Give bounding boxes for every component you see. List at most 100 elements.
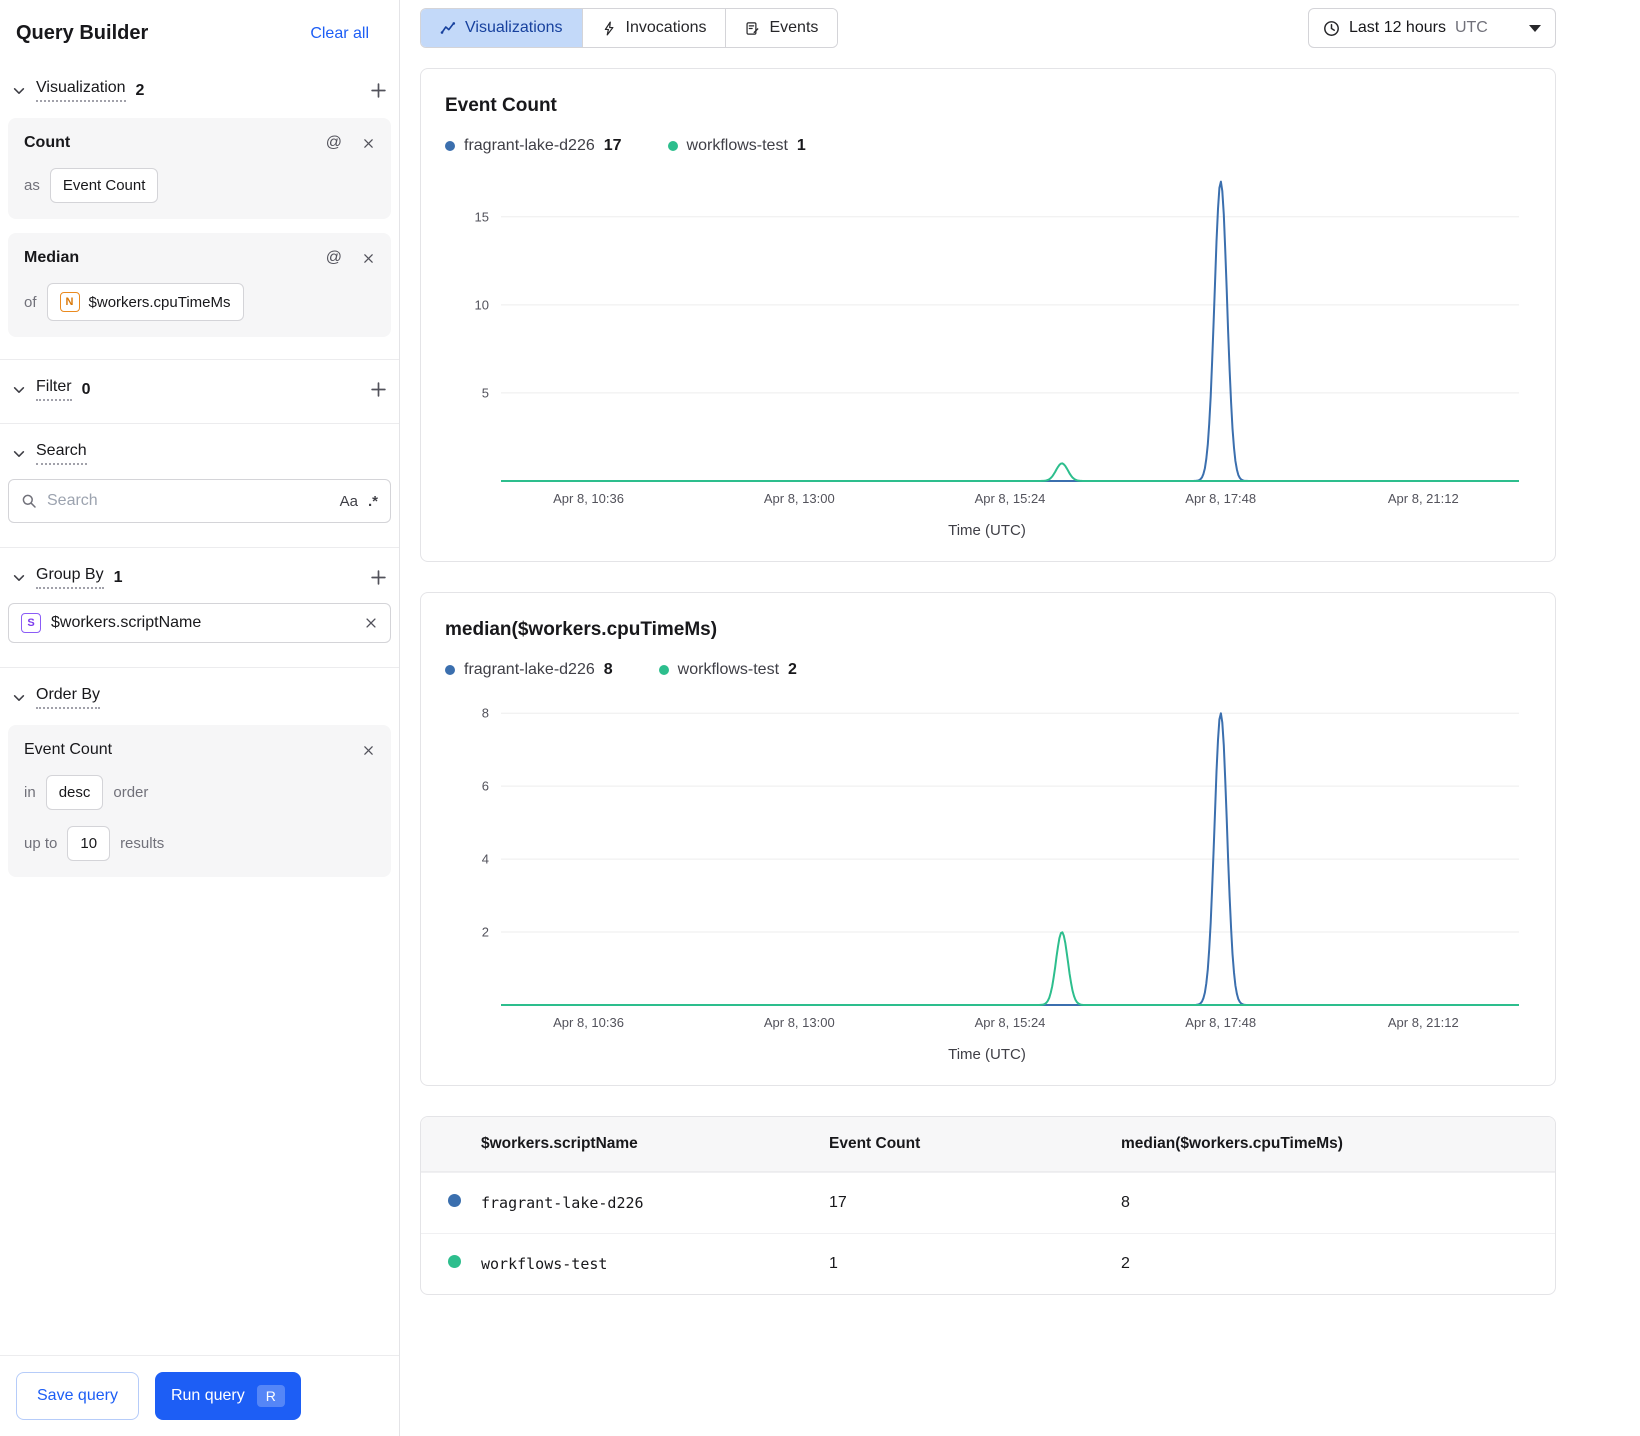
run-query-label: Run query bbox=[170, 1387, 245, 1404]
order-by-card: Event Count in desc order up to 10 resul… bbox=[8, 725, 391, 877]
tab-events-label: Events bbox=[769, 19, 819, 36]
sidebar-header: Query Builder Clear all bbox=[0, 0, 399, 61]
column-header-event-count: Event Count bbox=[829, 1135, 921, 1152]
search-icon bbox=[21, 493, 37, 509]
add-group-by-button[interactable] bbox=[370, 569, 387, 586]
chevron-down-icon[interactable] bbox=[12, 383, 26, 397]
save-query-button[interactable]: Save query bbox=[16, 1372, 139, 1420]
x-axis-title: Time (UTC) bbox=[948, 522, 1026, 539]
legend-item[interactable]: workflows-test 2 bbox=[658, 661, 797, 679]
line-chart: 5 10 15 Apr 8, 10:36 Apr 8, 13:00 Apr 8, 15:2… bbox=[445, 159, 1529, 520]
cell-median: 2 bbox=[1121, 1255, 1130, 1272]
series-dot bbox=[448, 1194, 461, 1207]
legend-series-name: fragrant-lake-d226 bbox=[464, 137, 595, 154]
svg-text:Apr 8, 15:24: Apr 8, 15:24 bbox=[975, 1015, 1046, 1030]
chevron-down-icon[interactable] bbox=[12, 447, 26, 461]
legend-item[interactable]: workflows-test 1 bbox=[667, 137, 806, 155]
close-icon[interactable] bbox=[362, 744, 375, 757]
count-card-title: Count bbox=[24, 134, 71, 151]
median-field-name: $workers.cpuTimeMs bbox=[88, 293, 231, 311]
legend-item[interactable]: fragrant-lake-d226 17 bbox=[445, 137, 622, 155]
svg-text:Apr 8, 13:00: Apr 8, 13:00 bbox=[764, 1015, 835, 1030]
run-shortcut-badge: R bbox=[256, 1385, 285, 1407]
svg-text:4: 4 bbox=[482, 852, 489, 867]
series-dot bbox=[667, 141, 678, 151]
svg-text:2: 2 bbox=[482, 925, 489, 940]
svg-text:5: 5 bbox=[482, 385, 489, 400]
results-table: $workers.scriptName Event Count median($… bbox=[420, 1116, 1556, 1295]
chevron-down-icon[interactable] bbox=[12, 571, 26, 585]
legend-item[interactable]: fragrant-lake-d226 8 bbox=[445, 661, 613, 679]
legend-series-value: 2 bbox=[788, 661, 797, 678]
close-icon[interactable] bbox=[362, 137, 375, 150]
chevron-down-icon[interactable] bbox=[12, 691, 26, 705]
search-input[interactable] bbox=[47, 492, 330, 510]
cell-script-name: fragrant-lake-d226 bbox=[481, 1194, 644, 1212]
series-dot bbox=[658, 665, 669, 675]
time-range-timezone: UTC bbox=[1454, 19, 1488, 36]
table-header-row: $workers.scriptName Event Count median($… bbox=[421, 1117, 1555, 1172]
table-row[interactable]: workflows-test 1 2 bbox=[421, 1233, 1555, 1294]
section-group-by: Group By 1 S $workers.scriptName bbox=[0, 548, 399, 667]
chart-title: Event Count bbox=[445, 95, 557, 116]
svg-text:Apr 8, 10:36: Apr 8, 10:36 bbox=[553, 1015, 624, 1030]
clear-all-link[interactable]: Clear all bbox=[310, 25, 369, 43]
section-visualization: Visualization 2 Count @ as Event Count M… bbox=[0, 61, 399, 359]
table-row[interactable]: fragrant-lake-d226 17 8 bbox=[421, 1172, 1555, 1233]
svg-text:15: 15 bbox=[475, 209, 489, 224]
view-tabs: Visualizations Invocations Events bbox=[420, 8, 839, 48]
svg-text:Apr 8, 21:12: Apr 8, 21:12 bbox=[1388, 491, 1459, 506]
legend-series-name: fragrant-lake-d226 bbox=[464, 661, 595, 678]
sidebar-footer: Save query Run query R bbox=[0, 1355, 399, 1436]
group-by-field-name: $workers.scriptName bbox=[51, 614, 202, 631]
in-label: in bbox=[24, 784, 36, 801]
legend-series-value: 17 bbox=[603, 137, 622, 154]
section-filter: Filter 0 bbox=[0, 360, 399, 423]
svg-text:Apr 8, 17:48: Apr 8, 17:48 bbox=[1185, 491, 1256, 506]
tab-visualizations[interactable]: Visualizations bbox=[421, 9, 583, 47]
median-chart-panel: median($workers.cpuTimeMs) fragrant-lake… bbox=[420, 592, 1556, 1086]
run-query-button[interactable]: Run query R bbox=[154, 1372, 301, 1420]
tab-visualizations-label: Visualizations bbox=[465, 19, 563, 36]
median-field-chip[interactable]: N $workers.cpuTimeMs bbox=[46, 283, 244, 321]
group-by-item[interactable]: S $workers.scriptName bbox=[8, 603, 391, 643]
svg-text:8: 8 bbox=[482, 706, 489, 721]
time-range-select[interactable]: Last 12 hours UTC bbox=[1308, 8, 1556, 48]
match-case-icon[interactable]: Aa bbox=[340, 493, 358, 510]
tab-invocations[interactable]: Invocations bbox=[582, 9, 727, 47]
as-label: as bbox=[24, 177, 40, 194]
filter-section-label: Filter bbox=[36, 378, 72, 401]
at-icon[interactable]: @ bbox=[326, 134, 342, 152]
median-card-title: Median bbox=[24, 249, 80, 266]
string-type-icon: S bbox=[21, 613, 41, 633]
regex-icon[interactable]: .* bbox=[368, 493, 378, 510]
order-label: order bbox=[113, 784, 149, 801]
add-filter-button[interactable] bbox=[370, 381, 387, 398]
remove-group-by-icon[interactable] bbox=[364, 616, 378, 630]
events-note-icon bbox=[745, 21, 760, 36]
chevron-down-icon[interactable] bbox=[12, 84, 26, 98]
query-builder-sidebar: Query Builder Clear all Visualization 2 bbox=[0, 0, 400, 1436]
x-axis-title: Time (UTC) bbox=[948, 1046, 1026, 1063]
at-icon[interactable]: @ bbox=[326, 249, 342, 267]
svg-text:Apr 8, 15:24: Apr 8, 15:24 bbox=[975, 491, 1046, 506]
cell-median: 8 bbox=[1121, 1194, 1130, 1211]
close-icon[interactable] bbox=[362, 252, 375, 265]
add-visualization-button[interactable] bbox=[370, 82, 387, 99]
of-label: of bbox=[24, 293, 37, 311]
legend-series-value: 1 bbox=[796, 137, 806, 154]
event-count-alias-chip[interactable]: Event Count bbox=[49, 168, 159, 203]
main-area: Visualizations Invocations Events Last 1… bbox=[400, 0, 1640, 1436]
chart-title: median($workers.cpuTimeMs) bbox=[445, 619, 718, 640]
tab-events[interactable]: Events bbox=[726, 9, 838, 47]
svg-text:Apr 8, 13:00: Apr 8, 13:00 bbox=[764, 491, 835, 506]
search-box: Aa .* bbox=[8, 479, 391, 523]
result-limit-chip[interactable]: 10 bbox=[67, 826, 111, 861]
line-chart: 2 4 6 8 Apr 8, 10:36 Apr 8, 13:00 Apr 8, 15:24… bbox=[445, 683, 1529, 1044]
section-search: Search Aa .* bbox=[0, 424, 399, 547]
column-header-script-name: $workers.scriptName bbox=[481, 1135, 638, 1152]
sort-direction-chip[interactable]: desc bbox=[45, 775, 104, 810]
visualization-card-median: Median @ of N $workers.cpuTimeMs bbox=[8, 233, 391, 337]
page-title: Query Builder bbox=[16, 22, 149, 44]
event-count-chart-panel: Event Count fragrant-lake-d226 17 workfl… bbox=[420, 68, 1556, 562]
